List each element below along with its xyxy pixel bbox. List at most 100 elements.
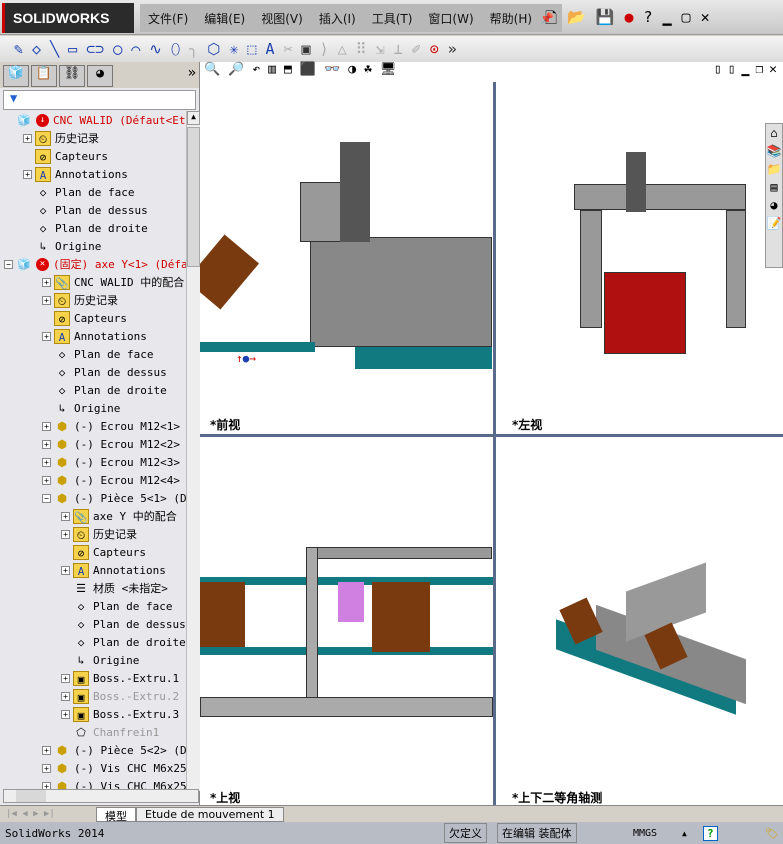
close-doc-icon[interactable]: ✕ [769, 62, 777, 82]
tree-item[interactable]: ◇ Plan de face [42, 345, 154, 363]
expand-icon[interactable]: + [42, 295, 51, 305]
tab-model[interactable]: 模型 [96, 806, 136, 823]
tree-item[interactable]: + 📎 axe Y 中的配合 [61, 507, 177, 525]
view-settings-icon[interactable]: 🖥 [380, 62, 397, 82]
expand-icon[interactable]: + [42, 331, 51, 341]
zoom-to-fit-icon[interactable]: 🔍 [204, 62, 220, 82]
tile-left-icon[interactable]: ▯ [714, 62, 722, 82]
trim-icon[interactable]: ✂ [283, 40, 292, 58]
tree-item[interactable]: ◇ Plan de droite [42, 381, 167, 399]
open-icon[interactable]: 📂 [567, 8, 586, 33]
text-icon[interactable]: A [265, 40, 274, 58]
tree-item[interactable]: ☰ 材质 <未指定> [61, 579, 168, 597]
view-orientation-icon[interactable]: ⬒ [284, 62, 292, 82]
menu-insert[interactable]: 插入(I) [311, 10, 364, 27]
tree-item[interactable]: − 🧊 ✕ (固定) axe Y<1> (Défa [4, 255, 186, 273]
tree-item[interactable]: ◇ Plan de dessus [61, 615, 186, 633]
tree-filter[interactable]: ▼ [3, 90, 196, 110]
expand-icon[interactable]: + [61, 511, 70, 521]
tree-item[interactable]: + A Annotations [61, 561, 166, 579]
tag-icon[interactable]: 🏷 [765, 827, 779, 840]
configuration-tab-icon[interactable]: ⛓ [59, 65, 85, 87]
tree-item[interactable]: −⬢ (-) Pièce 5<1> (Défa [42, 489, 186, 507]
help-status-icon[interactable]: ? [703, 825, 718, 841]
minimize-doc-icon[interactable]: ▁ [742, 62, 750, 82]
tree-item[interactable]: 🧊 ↓ CNC WALID (Défaut<Etat [4, 111, 186, 129]
pattern-icon[interactable]: ⠿ [356, 40, 367, 58]
arc-icon[interactable]: ⌒ [131, 40, 140, 58]
previous-view-icon[interactable]: ↶ [252, 62, 260, 82]
zoom-area-icon[interactable]: 🔎 [228, 62, 244, 82]
tree-item[interactable]: + ▣ Boss.-Extru.2 [61, 687, 179, 705]
edit-appearance-icon[interactable]: ◑ [348, 62, 356, 82]
tree-item[interactable]: + ⬢ (-) Vis CHC M6x25<4> [42, 759, 186, 777]
rectangle-icon[interactable]: ▭ [68, 40, 77, 58]
tree-item[interactable]: + ⬢ (-) Ecrou M12<2> (Dé [42, 435, 186, 453]
menu-file[interactable]: 文件(F) [140, 10, 196, 27]
expand-icon[interactable]: + [61, 673, 70, 683]
tree-item[interactable]: ↳ Origine [42, 399, 121, 417]
tree-item[interactable]: + ⏲ 历史记录 [42, 291, 118, 309]
tile-right-icon[interactable]: ▯ [728, 62, 736, 82]
collapse-icon[interactable]: − [42, 493, 51, 503]
tab-navigation-icon[interactable]: |◀ ◀ ▶ ▶| [0, 809, 96, 819]
file-explorer-icon[interactable]: 📁 [767, 162, 782, 176]
appearances-icon[interactable]: ◕ [770, 198, 777, 212]
sketch-icon[interactable]: ✎ [14, 40, 23, 58]
custom-properties-icon[interactable]: 📝 [767, 216, 782, 230]
convert-icon[interactable]: ▣ [302, 40, 311, 58]
feature-tree-tab-icon[interactable]: 🧊 [3, 65, 29, 87]
design-library-icon[interactable]: 📚 [767, 144, 782, 158]
menu-help[interactable]: 帮助(H) [482, 10, 540, 27]
tree-item[interactable]: + A Annotations [42, 327, 147, 345]
tree-item[interactable]: + ⏲ 历史记录 [61, 525, 137, 543]
tree-item[interactable]: ⊘ Capteurs [23, 147, 108, 165]
tree-item[interactable]: + ⬢ (-) Ecrou M12<4> (Dé [42, 471, 186, 489]
tree-item[interactable]: + ▣ Boss.-Extru.3 [61, 705, 179, 723]
help-icon[interactable]: ? [643, 8, 652, 33]
expand-icon[interactable]: + [61, 565, 70, 575]
tree-item[interactable]: ◇ Plan de dessus [23, 201, 148, 219]
menu-window[interactable]: 窗口(W) [420, 10, 481, 27]
expand-icon[interactable]: + [61, 691, 70, 701]
menu-tools[interactable]: 工具(T) [364, 10, 421, 27]
menu-edit[interactable]: 编辑(E) [196, 10, 253, 27]
move-icon[interactable]: ⇲ [376, 40, 385, 58]
home-icon[interactable]: ⌂ [770, 126, 777, 140]
tree-item[interactable]: + A Annotations [23, 165, 128, 183]
relations-icon[interactable]: ⊥ [394, 40, 403, 58]
tree-item[interactable]: ⊘ Capteurs [61, 543, 146, 561]
menu-view[interactable]: 视图(V) [253, 10, 311, 27]
appearance-tab-icon[interactable]: ◕ [87, 65, 113, 87]
viewport-isometric[interactable]: *上下二等角轴测 [496, 437, 783, 805]
scene-icon[interactable]: ☘ [364, 62, 372, 82]
collapse-icon[interactable]: − [4, 259, 13, 269]
viewport-top[interactable]: *上视 [200, 437, 493, 805]
restore-doc-icon[interactable]: ❐ [755, 62, 763, 82]
expand-icon[interactable]: + [42, 421, 51, 431]
construction-icon[interactable]: ⬚ [247, 40, 256, 58]
viewport-front[interactable]: ↑●→ *前视 [200, 82, 493, 434]
tree-item[interactable]: ⊘ Capteurs [42, 309, 127, 327]
tree-horizontal-scrollbar[interactable] [3, 789, 199, 803]
polygon-icon[interactable]: ⬡ [207, 40, 220, 58]
fillet-icon[interactable]: ╮ [189, 40, 198, 58]
property-manager-tab-icon[interactable]: 📋 [31, 65, 57, 87]
tree-item[interactable]: ◇ Plan de droite [61, 633, 186, 651]
tree-item[interactable]: ◇ Plan de droite [23, 219, 148, 237]
expand-icon[interactable]: + [42, 439, 51, 449]
offset-icon[interactable]: ⟩ [320, 40, 329, 58]
tree-item[interactable]: ◇ Plan de dessus [42, 363, 167, 381]
spline-icon[interactable]: ∿ [149, 40, 162, 58]
point-icon[interactable]: ✳ [229, 40, 238, 58]
expand-icon[interactable]: + [42, 745, 51, 755]
tree-item[interactable]: + ⬢ (-) Ecrou M12<1> (Dé [42, 417, 186, 435]
tree-vertical-scrollbar[interactable]: ▲ [186, 111, 200, 791]
units-menu-icon[interactable]: ▲ [682, 829, 687, 838]
more-icon[interactable]: » [448, 40, 457, 58]
expand-icon[interactable]: + [42, 475, 51, 485]
expand-icon[interactable]: + [61, 709, 70, 719]
mirror-icon[interactable]: △ [338, 40, 347, 58]
expand-icon[interactable]: + [23, 133, 32, 143]
hide-show-icon[interactable]: 👓 [324, 62, 340, 82]
